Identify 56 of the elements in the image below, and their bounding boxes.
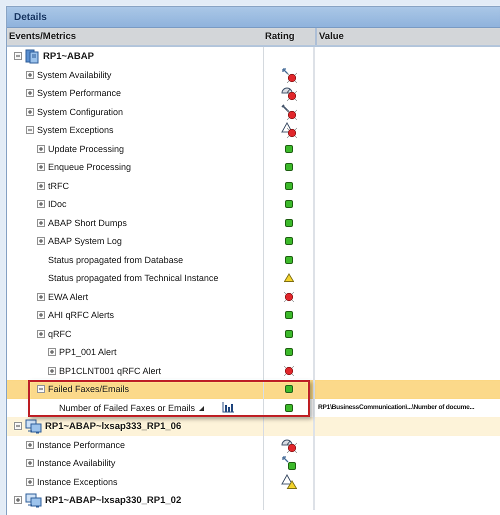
tree-item[interactable]: RP1~ABAP~lxsap330_RP1_02 [45, 494, 182, 506]
bar-chart-icon[interactable] [222, 402, 234, 414]
expand-icon[interactable] [37, 163, 45, 172]
expand-icon[interactable] [14, 496, 22, 504]
collapse-icon[interactable] [26, 126, 34, 134]
tree-item[interactable]: RP1~ABAP [43, 50, 94, 62]
expand-icon[interactable] [37, 144, 45, 153]
expand-icon[interactable] [37, 237, 45, 246]
expand-icon[interactable] [48, 366, 56, 375]
panel-title: Details [14, 12, 47, 22]
tree-item[interactable]: ABAP Short Dumps [48, 218, 127, 228]
tree-item[interactable]: Instance Exceptions [37, 476, 118, 487]
expand-icon[interactable] [26, 440, 34, 449]
expand-icon[interactable] [26, 89, 34, 98]
collapse-icon[interactable] [37, 385, 45, 394]
tree-item[interactable]: ABAP System Log [48, 236, 122, 246]
expand-icon[interactable] [37, 218, 45, 227]
tree-item[interactable]: Status propagated from Technical Instance [48, 273, 218, 284]
column-header[interactable]: Rating [263, 28, 315, 45]
expand-icon[interactable] [37, 200, 45, 208]
tree-item[interactable]: Update Processing [48, 144, 124, 154]
tree-item[interactable]: System Performance [37, 88, 122, 98]
tree-item[interactable]: AHI qRFC Alerts [48, 310, 114, 320]
expand-icon[interactable] [48, 348, 56, 356]
expand-icon[interactable] [26, 459, 34, 468]
dropdown-icon[interactable] [198, 404, 204, 411]
tree-item[interactable]: IDoc [48, 199, 67, 210]
expand-icon[interactable] [26, 108, 34, 116]
tree-item[interactable]: Status propagated from Database [48, 254, 184, 265]
tree-item[interactable]: qRFC [48, 328, 72, 339]
column-header[interactable]: Value [315, 28, 500, 45]
expand-icon[interactable] [26, 478, 34, 486]
expand-icon[interactable] [37, 330, 45, 338]
tree-item[interactable]: System Exceptions [37, 125, 114, 136]
expand-icon[interactable] [37, 292, 45, 301]
tree-item[interactable]: System Configuration [37, 106, 124, 117]
collapse-icon[interactable] [14, 422, 22, 430]
tree-item[interactable]: tRFC [48, 180, 69, 191]
tree-item[interactable]: RP1~ABAP~lxsap333_RP1_06 [45, 420, 182, 432]
tree-item[interactable]: Enqueue Processing [48, 162, 132, 172]
tree-item[interactable]: PP1_001 Alert [59, 347, 117, 358]
tree-item[interactable]: Instance Performance [37, 440, 126, 450]
tree-item[interactable]: Failed Faxes/Emails [48, 384, 130, 394]
monitors-icon [25, 492, 42, 508]
server-icon [25, 48, 40, 64]
monitors-icon [25, 418, 42, 434]
expand-icon[interactable] [37, 182, 45, 190]
tree-item[interactable]: Instance Availability [37, 458, 116, 468]
collapse-icon[interactable] [14, 52, 22, 60]
tree-item[interactable]: System Availability [37, 70, 112, 80]
expand-icon[interactable] [37, 311, 45, 320]
tree-item[interactable]: BP1CLNT001 qRFC Alert [59, 366, 162, 376]
column-header[interactable]: Events/Metrics [7, 28, 263, 45]
tree-item[interactable]: EWA Alert [48, 292, 88, 302]
expand-icon[interactable] [26, 70, 34, 79]
tree-item[interactable]: Number of Failed Faxes or Emails [59, 402, 196, 413]
